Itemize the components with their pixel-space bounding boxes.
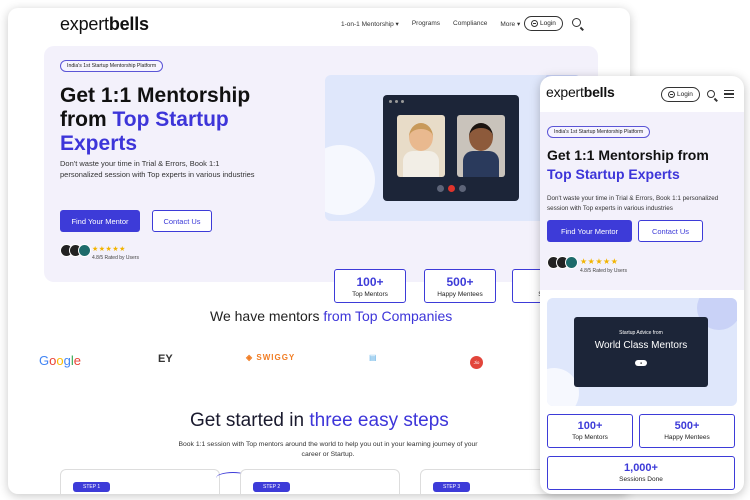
hero-description: Don't waste your time in Trial & Errors,… [60, 159, 255, 179]
top-nav: expertbells 1-on-1 Mentorship ▾ Programs… [8, 8, 630, 42]
mentors-illustration: Startup Advice from World Class Mentors … [547, 298, 737, 406]
rating-stars: ★★★★★ [92, 246, 126, 253]
stat-happy-mentees: 500+ Happy Mentees [639, 414, 735, 448]
contact-us-button[interactable]: Contact Us [152, 210, 212, 232]
login-label: Login [677, 91, 693, 98]
find-mentor-button[interactable]: Find Your Mentor [547, 220, 632, 242]
participant-man [457, 115, 505, 177]
steps-description: Book 1:1 session with Top mentors around… [178, 441, 478, 458]
nav-menu: 1-on-1 Mentorship ▾ Programs Compliance … [341, 20, 520, 28]
steps-title: Get started in three easy steps [190, 410, 449, 431]
step-card-1[interactable]: STEP 1 [60, 469, 220, 494]
user-avatars [547, 256, 578, 269]
video-window [383, 95, 519, 201]
contact-us-button[interactable]: Contact Us [638, 220, 703, 242]
nav-item-more[interactable]: More ▾ [500, 20, 520, 28]
stat-sessions: 1,000+ Sessions Done [547, 456, 735, 490]
avatar [565, 256, 578, 269]
showcase: expertbells 1-on-1 Mentorship ▾ Programs… [0, 0, 750, 500]
swiggy-logo: ◈ SWIGGY [246, 353, 296, 362]
participant-woman [397, 115, 445, 177]
mobile-preview: expertbells Login India's 1st Startup Me… [540, 76, 744, 494]
logo-text-bold: bells [108, 14, 149, 34]
promo-title: World Class Mentors [594, 340, 688, 351]
login-icon [531, 20, 538, 27]
mic-icon[interactable] [436, 184, 444, 192]
nav-item-compliance[interactable]: Compliance [453, 20, 487, 28]
hero-title: Get 1:1 Mentorship from Top Startup Expe… [60, 84, 251, 155]
stat-top-mentors: 100+ Top Mentors [547, 414, 633, 448]
logo-text-bold: bells [583, 84, 615, 100]
login-button[interactable]: Login [524, 16, 563, 31]
promo-subtitle: Startup Advice from [619, 330, 663, 336]
ey-logo: EY [158, 353, 173, 365]
jio-logo: Jio [470, 356, 483, 369]
step-card-2[interactable]: STEP 2 [240, 469, 400, 494]
hero-section: India's 1st Startup Mentorship Platform … [44, 46, 598, 303]
menu-icon[interactable] [724, 90, 734, 98]
login-icon [668, 91, 675, 98]
promo-pill: ● [634, 360, 648, 366]
end-call-icon[interactable] [447, 184, 455, 192]
logo-text: expert [60, 14, 109, 34]
hero-section: India's 1st Startup Mentorship Platform … [540, 112, 744, 290]
platform-badge: India's 1st Startup Mentorship Platform [547, 126, 651, 138]
rating-text: 4.8/5 Rated by Users [580, 268, 627, 274]
nav-item-programs[interactable]: Programs [412, 20, 440, 28]
search-icon[interactable] [707, 90, 715, 98]
desktop-preview: expertbells 1-on-1 Mentorship ▾ Programs… [8, 8, 630, 494]
stat-top-mentors: 100+ Top Mentors [334, 269, 406, 303]
search-icon[interactable] [572, 18, 581, 27]
find-mentor-button[interactable]: Find Your Mentor [60, 210, 140, 232]
platform-badge: India's 1st Startup Mentorship Platform [60, 60, 164, 72]
logo[interactable]: expertbells [546, 84, 615, 100]
step-label: STEP 3 [433, 482, 471, 492]
hero-title: Get 1:1 Mentorship from Top Startup Expe… [547, 147, 709, 182]
logo[interactable]: expertbells [60, 14, 149, 35]
company-logo: ▤ [369, 353, 377, 362]
google-logo: Google [39, 353, 81, 368]
camera-icon[interactable] [458, 184, 466, 192]
nav-item-mentorship[interactable]: 1-on-1 Mentorship ▾ [341, 20, 399, 28]
promo-screen: Startup Advice from World Class Mentors … [574, 317, 708, 387]
step-label: STEP 2 [253, 482, 291, 492]
user-avatars [60, 244, 91, 257]
call-controls [433, 183, 469, 193]
avatar [78, 244, 91, 257]
hero-description: Don't waste your time in Trial & Errors,… [547, 195, 719, 212]
login-label: Login [540, 20, 556, 27]
stat-happy-mentees: 500+ Happy Mentees [424, 269, 496, 303]
logo-text: expert [546, 84, 584, 100]
step-label: STEP 1 [73, 482, 111, 492]
companies-title: We have mentors from Top Companies [210, 308, 453, 324]
rating-text: 4.8/5 Rated by Users [92, 255, 139, 261]
login-button[interactable]: Login [661, 87, 700, 102]
rating-stars: ★★★★★ [580, 257, 619, 266]
